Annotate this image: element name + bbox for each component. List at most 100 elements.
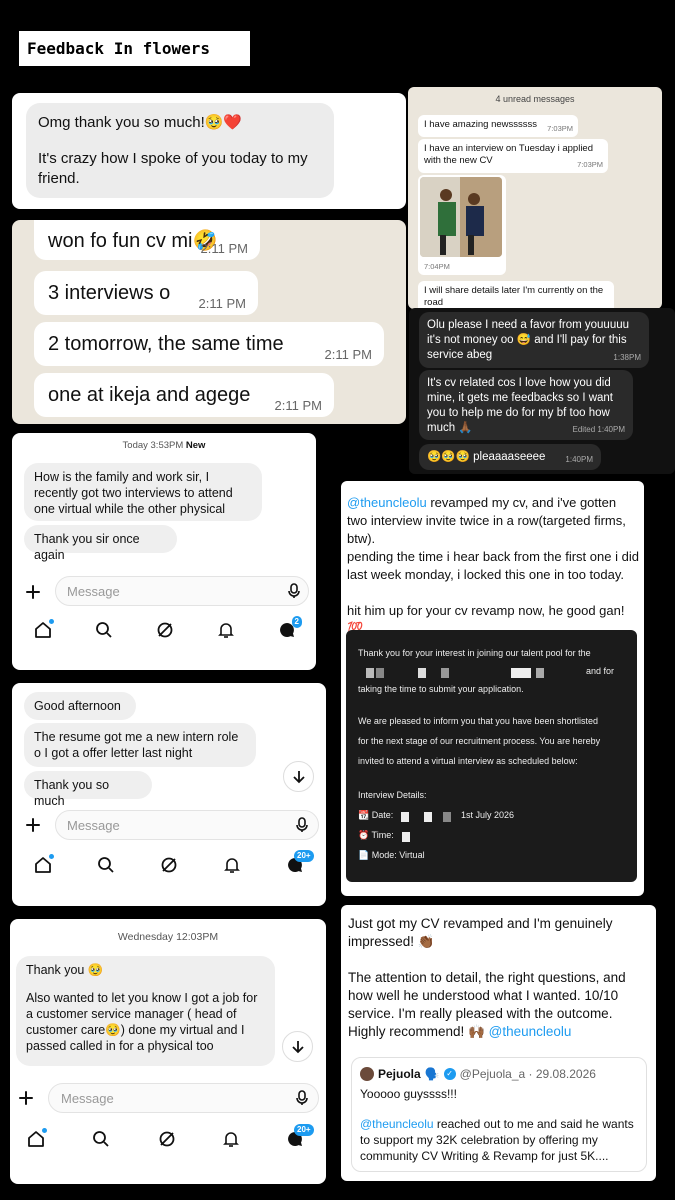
page-title: Feedback In flowers xyxy=(19,31,250,66)
avatar xyxy=(360,1067,374,1081)
feedback-card-5: Today 3:53PM New How is the family and w… xyxy=(12,433,316,670)
quote-header: Pejuola 🗣️ ✓ @Pejuola_a · 29.08.2026 xyxy=(360,1066,596,1082)
mention-link[interactable]: @theuncleolu xyxy=(347,495,427,510)
post-text: Just got my CV revamped and I'm genuinel… xyxy=(348,915,648,1041)
feedback-card-3: 4 unread messages I have amazing newssss… xyxy=(408,87,662,309)
chat-bubble: I will share details later I'm currently… xyxy=(418,281,614,309)
message-bubble: Thank you sir once again xyxy=(24,525,177,562)
chat-bubble: I have an interview on Tuesday i applied… xyxy=(418,139,608,173)
letter-line: 📄 Mode: Virtual xyxy=(358,850,425,860)
letter-line: 📆 Date: xyxy=(358,810,394,820)
page-title-text: Feedback In flowers xyxy=(27,39,211,58)
mention-link[interactable]: @theuncleolu xyxy=(360,1117,434,1131)
chat-time: 7:03PM xyxy=(547,124,573,133)
message-line: Omg thank you so much!🥹❤️ xyxy=(38,114,243,131)
chat-time: 7:03PM xyxy=(577,160,603,169)
grok-icon[interactable] xyxy=(156,1128,178,1150)
letter-line: for the next stage of our recruitment pr… xyxy=(358,736,601,746)
message-input[interactable]: Message xyxy=(55,576,309,606)
chat-timestamp: Wednesday 12:03PM xyxy=(117,931,219,943)
message-line: Also wanted to let you know I got a job … xyxy=(26,991,258,1053)
search-icon[interactable] xyxy=(90,1128,112,1150)
notifications-icon[interactable] xyxy=(220,1128,242,1150)
feedback-card-2: won fo fun cv mi🤣 2:11 PM 3 interviews o… xyxy=(12,220,406,424)
quote-line: @theuncleolu reached out to me and said … xyxy=(360,1117,634,1163)
feedback-card-1: Omg thank you so much!🥹❤️ It's crazy how… xyxy=(12,93,406,209)
message-line: It's crazy how I spoke of you today to m… xyxy=(38,150,308,187)
home-icon[interactable] xyxy=(32,619,54,641)
chat-bubble: Olu please I need a favor from youuuuu i… xyxy=(419,312,649,368)
scroll-down-icon[interactable] xyxy=(283,761,314,792)
feedback-card-6: Good afternoon The resume got me a new i… xyxy=(12,683,326,906)
message-bubble: How is the family and work sir, I recent… xyxy=(24,463,262,521)
photo-bubble: 7:04PM xyxy=(418,175,506,275)
microphone-icon[interactable] xyxy=(294,1090,310,1106)
chat-text: I will share details later I'm currently… xyxy=(424,285,604,308)
search-icon[interactable] xyxy=(93,619,115,641)
notifications-icon[interactable] xyxy=(215,619,237,641)
message-bubble: Good afternoon xyxy=(24,692,136,720)
chat-time: 2:11 PM xyxy=(200,241,248,256)
search-icon[interactable] xyxy=(95,854,117,876)
chat-time: 7:04PM xyxy=(424,262,450,271)
messages-icon[interactable]: 20+ xyxy=(284,1124,314,1150)
quote-line: Yooooo guyssss!!! xyxy=(360,1087,457,1101)
unread-banner: 4 unread messages xyxy=(495,94,575,104)
chat-text: one at ikeja and agege xyxy=(48,383,251,406)
message-input[interactable]: Message xyxy=(48,1083,319,1113)
chat-bubble: I have amazing newssssss 7:03PM xyxy=(418,115,578,137)
grok-icon[interactable] xyxy=(154,619,176,641)
notifications-icon[interactable] xyxy=(221,854,243,876)
quoted-post[interactable]: Pejuola 🗣️ ✓ @Pejuola_a · 29.08.2026 Yoo… xyxy=(351,1057,647,1172)
chat-time: 2:11 PM xyxy=(198,296,246,311)
scroll-down-icon[interactable] xyxy=(282,1031,313,1062)
message-input[interactable]: Message xyxy=(55,810,319,840)
feedback-card-7: Wednesday 12:03PM Thank you 🥹 Also wante… xyxy=(10,919,326,1184)
messages-icon[interactable]: 2 xyxy=(276,616,302,641)
plus-icon[interactable] xyxy=(20,579,46,605)
plus-icon[interactable] xyxy=(20,812,46,838)
message-bubble: The resume got me a new intern role o I … xyxy=(24,723,256,767)
chat-time: 1:40PM xyxy=(565,455,593,464)
chat-bubble: 3 interviews o 2:11 PM xyxy=(34,271,258,315)
message-placeholder: Message xyxy=(67,817,120,833)
microphone-icon[interactable] xyxy=(294,817,310,833)
message-bubble: Thank you 🥹 Also wanted to let you know … xyxy=(16,956,275,1066)
chat-time: 2:11 PM xyxy=(324,347,372,362)
chat-text: I have amazing newssssss xyxy=(424,119,537,130)
messages-icon[interactable]: 20+ xyxy=(284,850,314,876)
microphone-icon[interactable] xyxy=(286,583,302,599)
mention-link[interactable]: @theuncleolu xyxy=(489,1024,572,1039)
chat-bubble: It's cv related cos I love how you did m… xyxy=(419,370,633,440)
letter-line: 1st July 2026 xyxy=(461,810,515,820)
grok-icon[interactable] xyxy=(158,854,180,876)
plus-icon[interactable] xyxy=(13,1085,39,1111)
verified-icon: ✓ xyxy=(443,1068,456,1080)
letter-line: We are pleased to inform you that you ha… xyxy=(358,716,598,726)
photo-icon xyxy=(420,177,502,257)
message-line: Thank you 🥹 xyxy=(26,963,104,977)
chat-text: Olu please I need a favor from youuuuu i… xyxy=(427,319,630,361)
home-icon[interactable] xyxy=(25,1128,47,1150)
chat-text: 2 tomorrow, the same time xyxy=(48,332,284,355)
messages-badge: 20+ xyxy=(294,850,314,862)
letter-line: taking the time to submit your applicati… xyxy=(358,684,524,694)
chat-text: I have an interview on Tuesday i applied… xyxy=(424,143,593,166)
feedback-card-4: Olu please I need a favor from youuuuu i… xyxy=(409,308,675,474)
post-paragraph: Just got my CV revamped and I'm genuinel… xyxy=(348,916,613,949)
letter-line: invited to attend a virtual interview as… xyxy=(358,756,578,766)
chat-timestamp: Today 3:53PM New xyxy=(122,440,206,451)
chat-bubble: one at ikeja and agege 2:11 PM xyxy=(34,373,334,417)
post-paragraph: @theuncleolu revamped my cv, and i've go… xyxy=(347,495,626,546)
home-icon[interactable] xyxy=(32,854,54,876)
author-name: Pejuola xyxy=(378,1067,421,1081)
chat-bubble: 🥹🥹🥹 pleaaaaseeee 1:40PM xyxy=(419,444,601,470)
chat-bubble: 2 tomorrow, the same time 2:11 PM xyxy=(34,322,384,366)
letter-line: Interview Details: xyxy=(358,790,427,800)
photo-image[interactable] xyxy=(420,177,502,257)
message-placeholder: Message xyxy=(67,583,120,599)
messages-badge: 2 xyxy=(291,616,302,628)
feedback-card-8: @theuncleolu revamped my cv, and i've go… xyxy=(341,481,644,896)
message-bubble: Thank you so much xyxy=(24,771,152,808)
chat-time: Edited 1:40PM xyxy=(572,425,625,434)
